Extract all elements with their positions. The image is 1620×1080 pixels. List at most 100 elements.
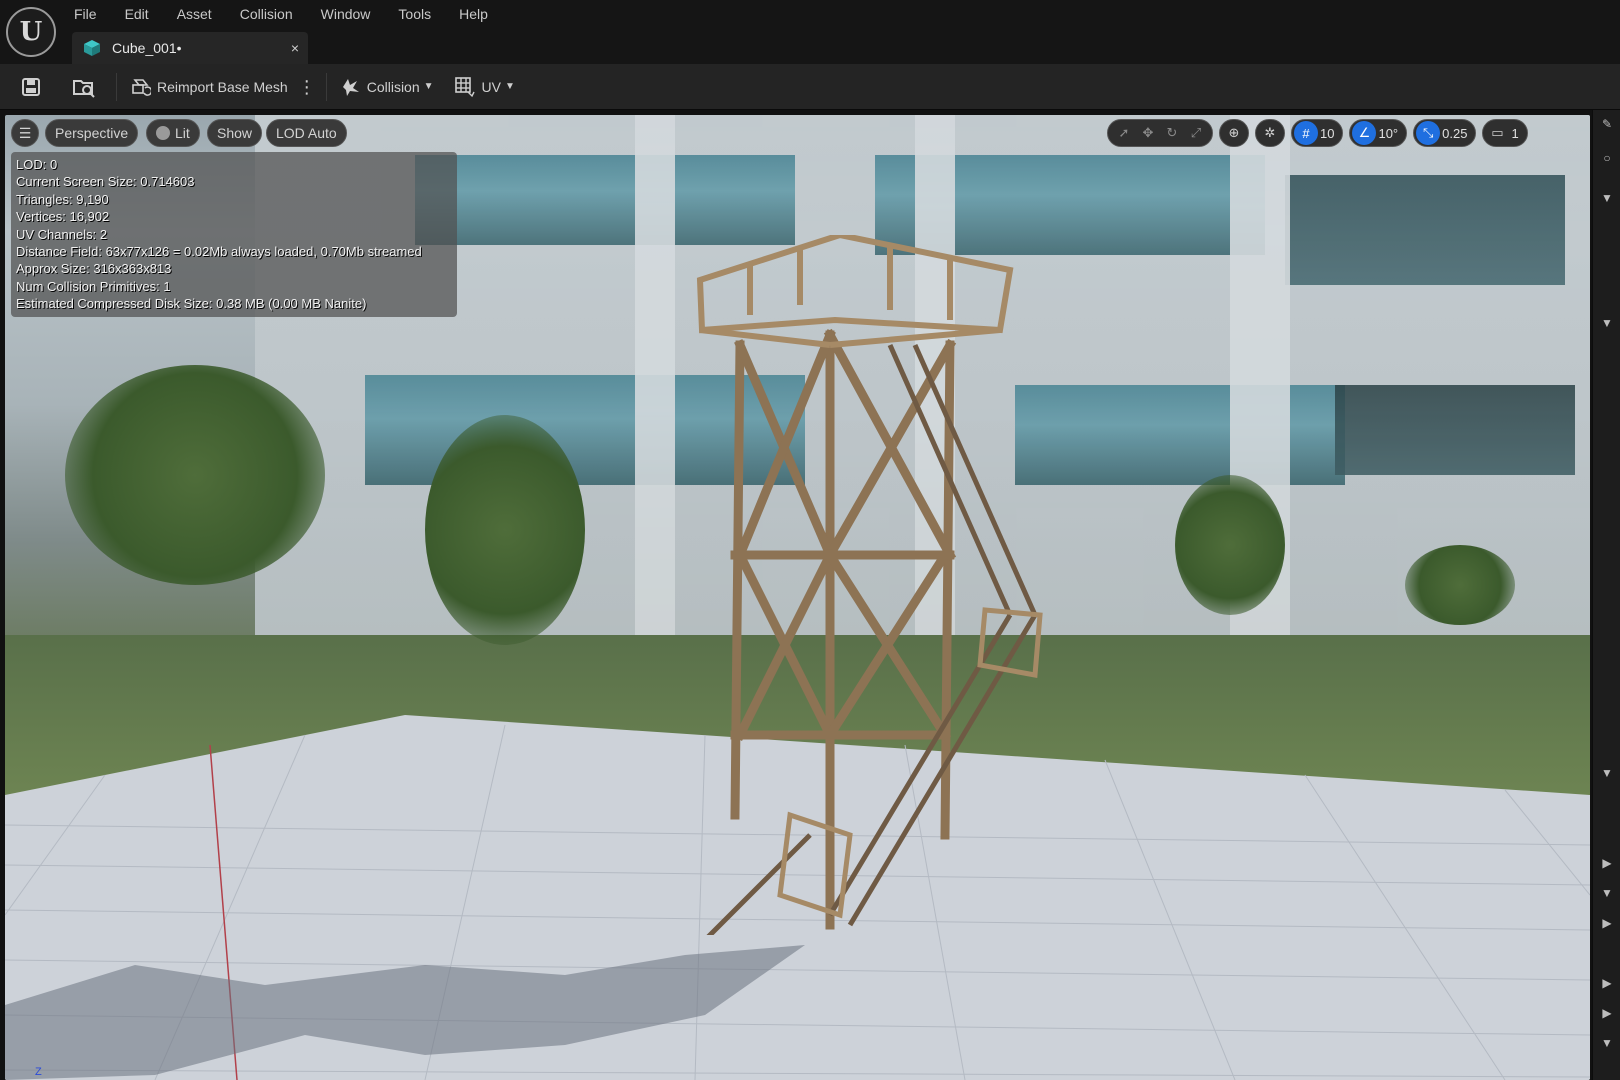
menu-window[interactable]: Window <box>307 4 385 26</box>
collision-dropdown[interactable]: Collision ▼ <box>333 71 440 103</box>
lod-label: LOD Auto <box>276 125 337 141</box>
rotate-icon[interactable]: ↻ <box>1160 121 1184 145</box>
uv-grid-icon <box>454 76 475 97</box>
stat-uv-channels: UV Channels: 2 <box>16 226 108 242</box>
viewport-transform-toolbar: ➚ ✥ ↻ ⤢ ⊕ ✲ # 10 ∠ 10° ⤡ 0.25 ▭ 1 <box>1107 119 1528 147</box>
tree <box>65 365 325 585</box>
watchtower-model[interactable] <box>690 235 1050 935</box>
grid-snap-value[interactable]: 10 <box>1318 126 1338 141</box>
details-panel-collapsed: ✎ ○ ▼ ▼ ▼ ▶ ▼ ▶ ▶ ▶ ▼ <box>1592 110 1620 1080</box>
building-window <box>1015 385 1345 485</box>
show-button[interactable]: Show <box>207 119 263 147</box>
rotation-snap-control[interactable]: ∠ 10° <box>1349 119 1408 147</box>
menu-asset[interactable]: Asset <box>163 4 226 26</box>
uv-dropdown[interactable]: UV ▼ <box>448 71 521 103</box>
rotation-snap-icon[interactable]: ∠ <box>1352 121 1377 145</box>
lit-label: Lit <box>175 125 190 141</box>
chevron-right-icon[interactable]: ▶ <box>1599 855 1615 871</box>
camera-speed-value[interactable]: 1 <box>1509 126 1522 141</box>
chevron-down-icon: ▼ <box>423 81 434 92</box>
chevron-down-icon[interactable]: ▼ <box>1599 190 1615 206</box>
menu-collision[interactable]: Collision <box>226 4 307 26</box>
axis-gizmo: Z <box>35 1066 42 1078</box>
perspective-label: Perspective <box>55 125 129 141</box>
stat-screen-size: Current Screen Size: 0.714603 <box>16 174 195 190</box>
more-options-button[interactable]: ⋮ <box>294 71 320 103</box>
reimport-label: Reimport Base Mesh <box>157 78 288 95</box>
camera-speed-control[interactable]: ▭ 1 <box>1482 119 1528 147</box>
toolbar: Reimport Base Mesh ⋮ Collision ▼ UV ▼ <box>0 64 1620 110</box>
toolbar-divider <box>325 72 327 101</box>
chevron-down-icon: ▼ <box>505 81 515 92</box>
collision-label: Collision <box>366 78 420 95</box>
stat-lod: LOD: 0 <box>16 157 58 172</box>
grid-snap-control[interactable]: # 10 <box>1291 119 1344 147</box>
edit-icon[interactable]: ✎ <box>1599 116 1615 132</box>
menu-file[interactable]: File <box>60 4 111 26</box>
grid-snap-icon[interactable]: # <box>1294 121 1318 145</box>
chevron-down-icon[interactable]: ▼ <box>1599 315 1615 331</box>
surface-snap-toggle[interactable]: ✲ <box>1255 119 1285 147</box>
static-mesh-editor: U File Edit Asset Collision Window Tools… <box>0 0 1620 1080</box>
chevron-down-icon[interactable]: ▼ <box>1599 885 1615 901</box>
move-icon[interactable]: ✥ <box>1136 121 1160 145</box>
globe-icon: ⊕ <box>1228 125 1240 140</box>
save-icon <box>22 77 40 96</box>
menu-help[interactable]: Help <box>445 4 502 26</box>
asset-tab[interactable]: Cube_001• × <box>72 32 308 64</box>
stat-vertices: Vertices: 16,902 <box>16 209 110 225</box>
scale-snap-value[interactable]: 0.25 <box>1440 126 1471 141</box>
tree <box>1405 545 1515 625</box>
building-window <box>1285 175 1565 285</box>
tab-title: Cube_001• <box>112 40 182 56</box>
save-button[interactable] <box>14 71 48 103</box>
tree <box>425 415 585 645</box>
browse-asset-icon <box>73 79 95 98</box>
rotation-snap-value[interactable]: 10° <box>1376 126 1402 141</box>
reimport-base-mesh-button[interactable]: Reimport Base Mesh <box>123 71 294 103</box>
chevron-right-icon[interactable]: ▶ <box>1599 915 1615 931</box>
surface-snap-icon: ✲ <box>1264 125 1276 140</box>
world-local-toggle[interactable]: ⊕ <box>1219 119 1249 147</box>
lit-mode-button[interactable]: Lit <box>146 119 200 147</box>
close-icon[interactable]: × <box>282 40 308 56</box>
lod-button[interactable]: LOD Auto <box>266 119 347 147</box>
show-label: Show <box>217 125 253 141</box>
reimport-icon <box>132 78 151 96</box>
z-axis-label: Z <box>35 1066 42 1078</box>
hamburger-icon: ☰ <box>18 124 32 141</box>
browse-button[interactable] <box>66 71 102 103</box>
chevron-right-icon[interactable]: ▶ <box>1599 1005 1615 1021</box>
menu-bar: File Edit Asset Collision Window Tools H… <box>60 4 502 26</box>
viewport[interactable]: ☰ Perspective Lit Show LOD Auto LOD: 0 C… <box>5 115 1590 1080</box>
stat-disk-size: Estimated Compressed Disk Size: 0.38 MB … <box>16 296 367 312</box>
scale-snap-control[interactable]: ⤡ 0.25 <box>1413 119 1477 147</box>
uv-label: UV <box>481 78 501 95</box>
building-window <box>415 155 795 245</box>
unreal-logo[interactable]: U <box>6 7 56 57</box>
stat-distance-field: Distance Field: 63x77x126 = 0.02Mb alway… <box>16 244 422 260</box>
stat-approx-size: Approx Size: 316x363x813 <box>16 261 172 277</box>
stat-triangles: Triangles: 9,190 <box>16 191 109 207</box>
chevron-down-icon[interactable]: ▼ <box>1599 1035 1615 1051</box>
scale-snap-icon[interactable]: ⤡ <box>1416 121 1441 145</box>
building-pillar <box>635 115 675 635</box>
kebab-icon: ⋮ <box>297 76 316 97</box>
select-icon[interactable]: ➚ <box>1112 121 1136 145</box>
tree <box>1175 475 1285 615</box>
scale-icon[interactable]: ⤢ <box>1184 121 1208 145</box>
building-window <box>1335 385 1575 475</box>
transform-tools: ➚ ✥ ↻ ⤢ <box>1107 119 1213 147</box>
menu-tools[interactable]: Tools <box>384 4 445 26</box>
title-bar: U File Edit Asset Collision Window Tools… <box>0 0 1620 64</box>
viewport-options-button[interactable]: ☰ <box>11 119 39 147</box>
stat-collision-primitives: Num Collision Primitives: 1 <box>16 278 171 294</box>
static-mesh-icon <box>84 40 100 56</box>
camera-icon: ▭ <box>1491 125 1504 140</box>
stats-overlay: LOD: 0 Current Screen Size: 0.714603 Tri… <box>11 152 457 317</box>
chevron-down-icon[interactable]: ▼ <box>1599 765 1615 781</box>
view-mode-button[interactable]: Perspective <box>45 119 139 147</box>
chevron-right-icon[interactable]: ▶ <box>1599 975 1615 991</box>
search-icon[interactable]: ○ <box>1599 150 1615 166</box>
menu-edit[interactable]: Edit <box>111 4 163 26</box>
